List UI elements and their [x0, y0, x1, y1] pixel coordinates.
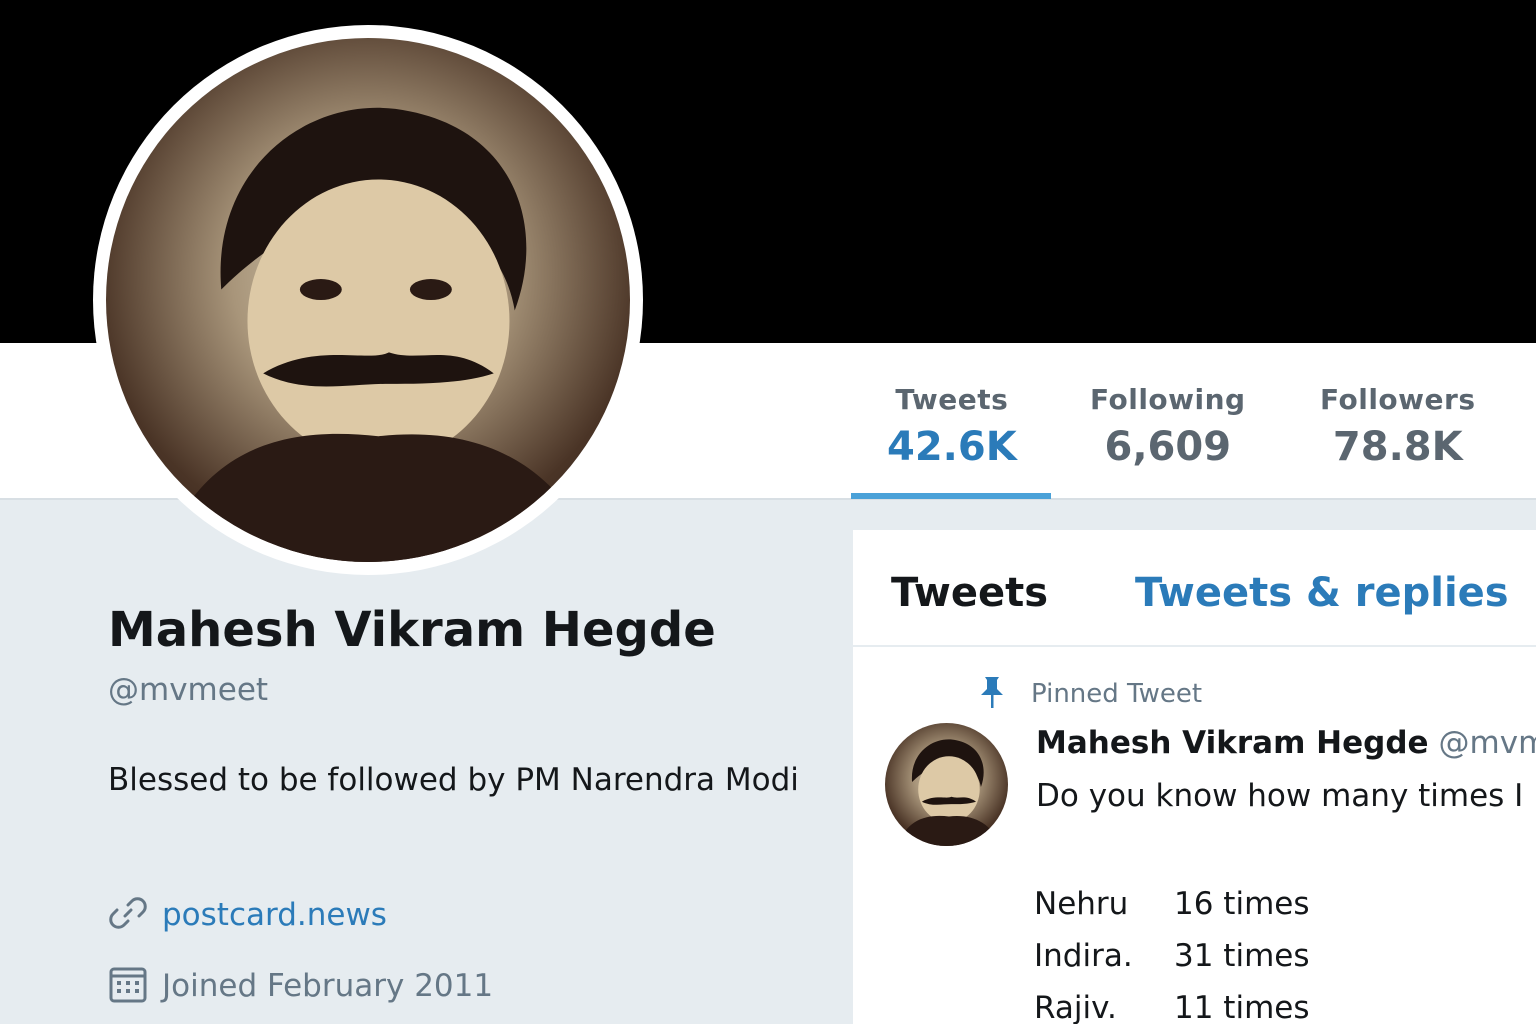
- profile-handle: @mvmeet: [108, 672, 269, 708]
- stat-followers[interactable]: Followers 78.8K: [1320, 383, 1476, 470]
- stat-followers-value: 78.8K: [1332, 424, 1463, 470]
- list-item: Indira. 31 times: [1034, 930, 1310, 982]
- calendar-icon: [108, 964, 148, 1008]
- profile-website-link[interactable]: postcard.news: [162, 897, 387, 933]
- profile-bio: Blessed to be followed by PM Narendra Mo…: [108, 762, 799, 798]
- tweet-text: Do you know how many times I: [1036, 778, 1524, 814]
- stat-tweets-label: Tweets: [895, 383, 1009, 416]
- tweet-avatar[interactable]: [885, 723, 1008, 846]
- tweet-author[interactable]: Mahesh Vikram Hegde @mvm: [1036, 725, 1536, 761]
- profile-name: Mahesh Vikram Hegde: [108, 602, 716, 658]
- stat-following-value: 6,609: [1104, 424, 1232, 470]
- list-item-name: Nehru: [1034, 886, 1129, 922]
- list-item: Rajiv. 11 times: [1034, 982, 1310, 1024]
- timeline-tabs: Tweets Tweets & replies: [853, 530, 1536, 647]
- stat-following-label: Following: [1090, 383, 1246, 416]
- list-item: Nehru 16 times: [1034, 878, 1310, 930]
- tweet-list: Nehru 16 times Indira. 31 times Rajiv. 1…: [1034, 878, 1310, 1024]
- avatar-image: [106, 38, 630, 562]
- profile-avatar[interactable]: [93, 25, 643, 575]
- stat-tweets-value: 42.6K: [887, 424, 1017, 470]
- pinned-tweet-label: Pinned Tweet: [1031, 679, 1203, 709]
- tab-tweets[interactable]: Tweets: [891, 570, 1048, 616]
- stat-following[interactable]: Following 6,609: [1090, 383, 1246, 470]
- pinned-tweet-header: Pinned Tweet: [979, 675, 1202, 713]
- profile-joined-row: Joined February 2011: [108, 964, 493, 1008]
- list-item-value: 11 times: [1174, 990, 1310, 1024]
- stat-followers-label: Followers: [1320, 383, 1476, 416]
- pin-icon: [979, 675, 1005, 713]
- profile-link-row: postcard.news: [108, 893, 387, 937]
- tab-tweets-and-replies[interactable]: Tweets & replies: [1135, 570, 1509, 616]
- active-stat-indicator: [851, 493, 1051, 499]
- profile-joined-date: Joined February 2011: [162, 968, 494, 1004]
- list-item-value: 31 times: [1174, 938, 1310, 974]
- tweet-author-handle[interactable]: @mvm: [1439, 725, 1536, 761]
- list-item-name: Indira.: [1034, 938, 1133, 974]
- link-icon: [108, 893, 148, 937]
- stat-tweets[interactable]: Tweets 42.6K: [887, 383, 1017, 470]
- list-item-value: 16 times: [1174, 886, 1310, 922]
- tweet-author-name[interactable]: Mahesh Vikram Hegde: [1036, 725, 1429, 761]
- list-item-name: Rajiv.: [1034, 990, 1117, 1024]
- timeline: Tweets Tweets & replies Pinned Tweet Mah…: [853, 530, 1536, 1024]
